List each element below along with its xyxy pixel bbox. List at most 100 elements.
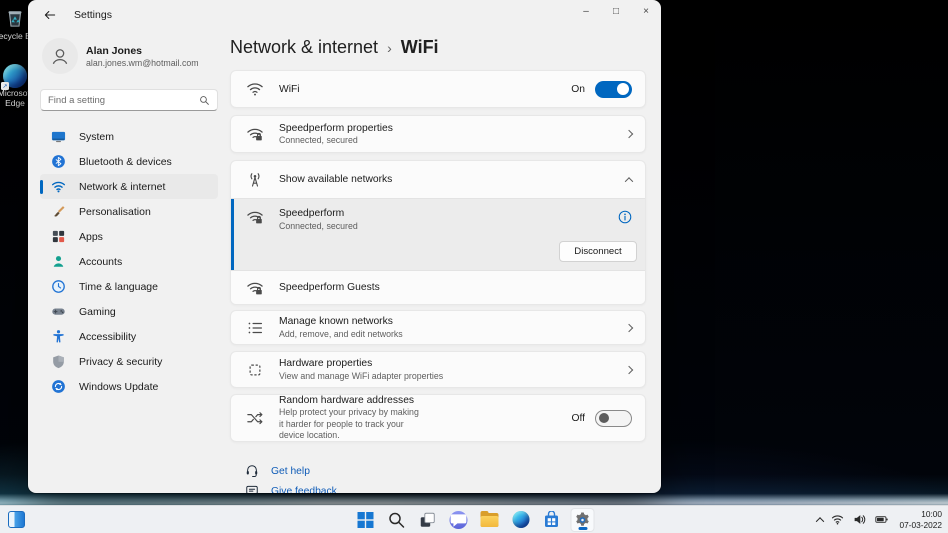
edge-button[interactable] [509, 508, 533, 532]
sidebar: Alan Jones alan.jones.wm@hotmail.com Sys… [28, 30, 230, 493]
start-icon [357, 511, 374, 528]
random-hardware-toggle[interactable] [595, 409, 633, 427]
recycle-bin-icon [2, 5, 28, 31]
close-button[interactable]: × [631, 0, 661, 30]
link-label: Get help [271, 465, 310, 477]
taskbar: 10:00 07-03-2022 [0, 505, 948, 533]
sidebar-item-label: Gaming [79, 305, 116, 318]
info-icon[interactable] [618, 210, 632, 224]
row-title: Speedperform properties [279, 122, 393, 134]
sidebar-item-accounts[interactable]: Accounts [40, 249, 218, 274]
breadcrumb: Network & internet › WiFi [230, 37, 439, 58]
profile-email: alan.jones.wm@hotmail.com [86, 57, 199, 68]
sidebar-item-time-language[interactable]: Time & language [40, 274, 218, 299]
network-status: Connected, secured [279, 220, 358, 231]
file-explorer-button[interactable] [478, 508, 502, 532]
hardware-properties-card[interactable]: Hardware properties View and manage WiFi… [230, 351, 646, 388]
file-explorer-icon [480, 511, 499, 527]
accessibility-icon [51, 329, 66, 344]
titlebar: Settings – □ × [28, 0, 661, 30]
headset-icon [245, 464, 259, 478]
chat-button[interactable] [447, 508, 471, 532]
gear-icon [576, 512, 589, 526]
sidebar-item-personalisation[interactable]: Personalisation [40, 199, 218, 224]
row-title: Manage known networks [279, 316, 393, 328]
edge-icon: ↗ [1, 64, 27, 90]
give-feedback-link[interactable]: Give feedback [230, 481, 646, 493]
row-subtitle: Help protect your privacy by making it h… [279, 407, 419, 440]
link-label: Give feedback [271, 485, 337, 494]
sidebar-item-accessibility[interactable]: Accessibility [40, 324, 218, 349]
show-available-networks-row[interactable]: Show available networks [231, 161, 645, 198]
sidebar-item-privacy[interactable]: Privacy & security [40, 349, 218, 374]
sidebar-item-apps[interactable]: Apps [40, 224, 218, 249]
tray-battery-icon[interactable] [875, 513, 889, 527]
get-help-link[interactable]: Get help [230, 461, 646, 481]
task-view-button[interactable] [416, 508, 440, 532]
main-content: Network & internet › WiFi WiFi On Speedp… [230, 30, 661, 493]
accounts-icon [51, 254, 66, 269]
sidebar-item-label: System [79, 130, 115, 143]
wifi-lock-icon [246, 279, 264, 297]
wifi-toggle-card: WiFi On [230, 70, 646, 108]
minimize-button[interactable]: – [571, 0, 601, 30]
network-name: Speedperform [279, 208, 345, 219]
shortcut-arrow-icon: ↗ [1, 82, 9, 90]
bluetooth-icon [51, 154, 66, 169]
disconnect-button[interactable]: Disconnect [559, 241, 637, 262]
brush-icon [51, 204, 66, 219]
network-properties-card[interactable]: Speedperform properties Connected, secur… [230, 115, 646, 153]
maximize-button[interactable]: □ [601, 0, 631, 30]
guest-network-row[interactable]: Speedperform Guests [231, 270, 645, 304]
sidebar-item-system[interactable]: System [40, 124, 218, 149]
tray-speaker-icon[interactable] [853, 513, 867, 527]
antenna-icon [246, 171, 264, 189]
chevron-right-icon [624, 365, 634, 374]
back-arrow-icon [44, 11, 56, 19]
store-button[interactable] [540, 508, 564, 532]
sidebar-item-network[interactable]: Network & internet [40, 174, 218, 199]
clock-date: 07-03-2022 [899, 519, 942, 530]
sidebar-item-label: Apps [79, 230, 103, 243]
breadcrumb-parent[interactable]: Network & internet [230, 37, 378, 58]
avatar [42, 38, 78, 74]
row-title: Hardware properties [279, 358, 373, 370]
person-avatar-icon [52, 49, 68, 65]
tray-chevron-up-icon[interactable] [815, 516, 824, 526]
sidebar-item-label: Privacy & security [79, 355, 163, 368]
back-button[interactable] [36, 4, 64, 26]
sidebar-item-windows-update[interactable]: Windows Update [40, 374, 218, 399]
sidebar-item-bluetooth[interactable]: Bluetooth & devices [40, 149, 218, 174]
wifi-icon [246, 80, 264, 98]
settings-button[interactable] [570, 507, 595, 532]
list-icon [246, 319, 264, 337]
store-icon [545, 510, 558, 527]
system-tray: 10:00 07-03-2022 [815, 506, 942, 533]
manage-known-networks-card[interactable]: Manage known networks Add, remove, and e… [230, 310, 646, 345]
profile-card[interactable]: Alan Jones alan.jones.wm@hotmail.com [40, 36, 218, 76]
random-hardware-card: Random hardware addresses Help protect y… [230, 394, 646, 442]
sidebar-item-gaming[interactable]: Gaming [40, 299, 218, 324]
network-name: Speedperform Guests [279, 282, 380, 293]
chip-icon [246, 361, 264, 379]
sidebar-item-label: Accounts [79, 255, 123, 268]
system-icon [51, 129, 66, 144]
wifi-toggle[interactable] [595, 80, 632, 98]
tray-wifi-icon[interactable] [831, 513, 845, 527]
connected-network-row[interactable]: Speedperform Connected, secured Disconne… [231, 198, 645, 270]
widgets-button[interactable] [8, 511, 25, 528]
wifi-icon [51, 179, 66, 194]
search-button[interactable] [385, 508, 409, 532]
shield-icon [51, 354, 66, 369]
start-button[interactable] [354, 508, 378, 532]
sidebar-nav: System Bluetooth & devices Network & int… [40, 124, 218, 399]
search-input[interactable] [48, 94, 199, 106]
footer-links: Get help Give feedback [230, 461, 646, 493]
taskbar-clock[interactable]: 10:00 07-03-2022 [900, 509, 942, 531]
available-networks-card: Show available networks Speedperform Con… [230, 160, 646, 305]
search-box [40, 89, 218, 111]
row-title: WiFi [279, 83, 300, 95]
page-title: WiFi [400, 37, 439, 57]
sidebar-item-label: Personalisation [79, 205, 151, 218]
shuffle-icon [246, 409, 264, 427]
